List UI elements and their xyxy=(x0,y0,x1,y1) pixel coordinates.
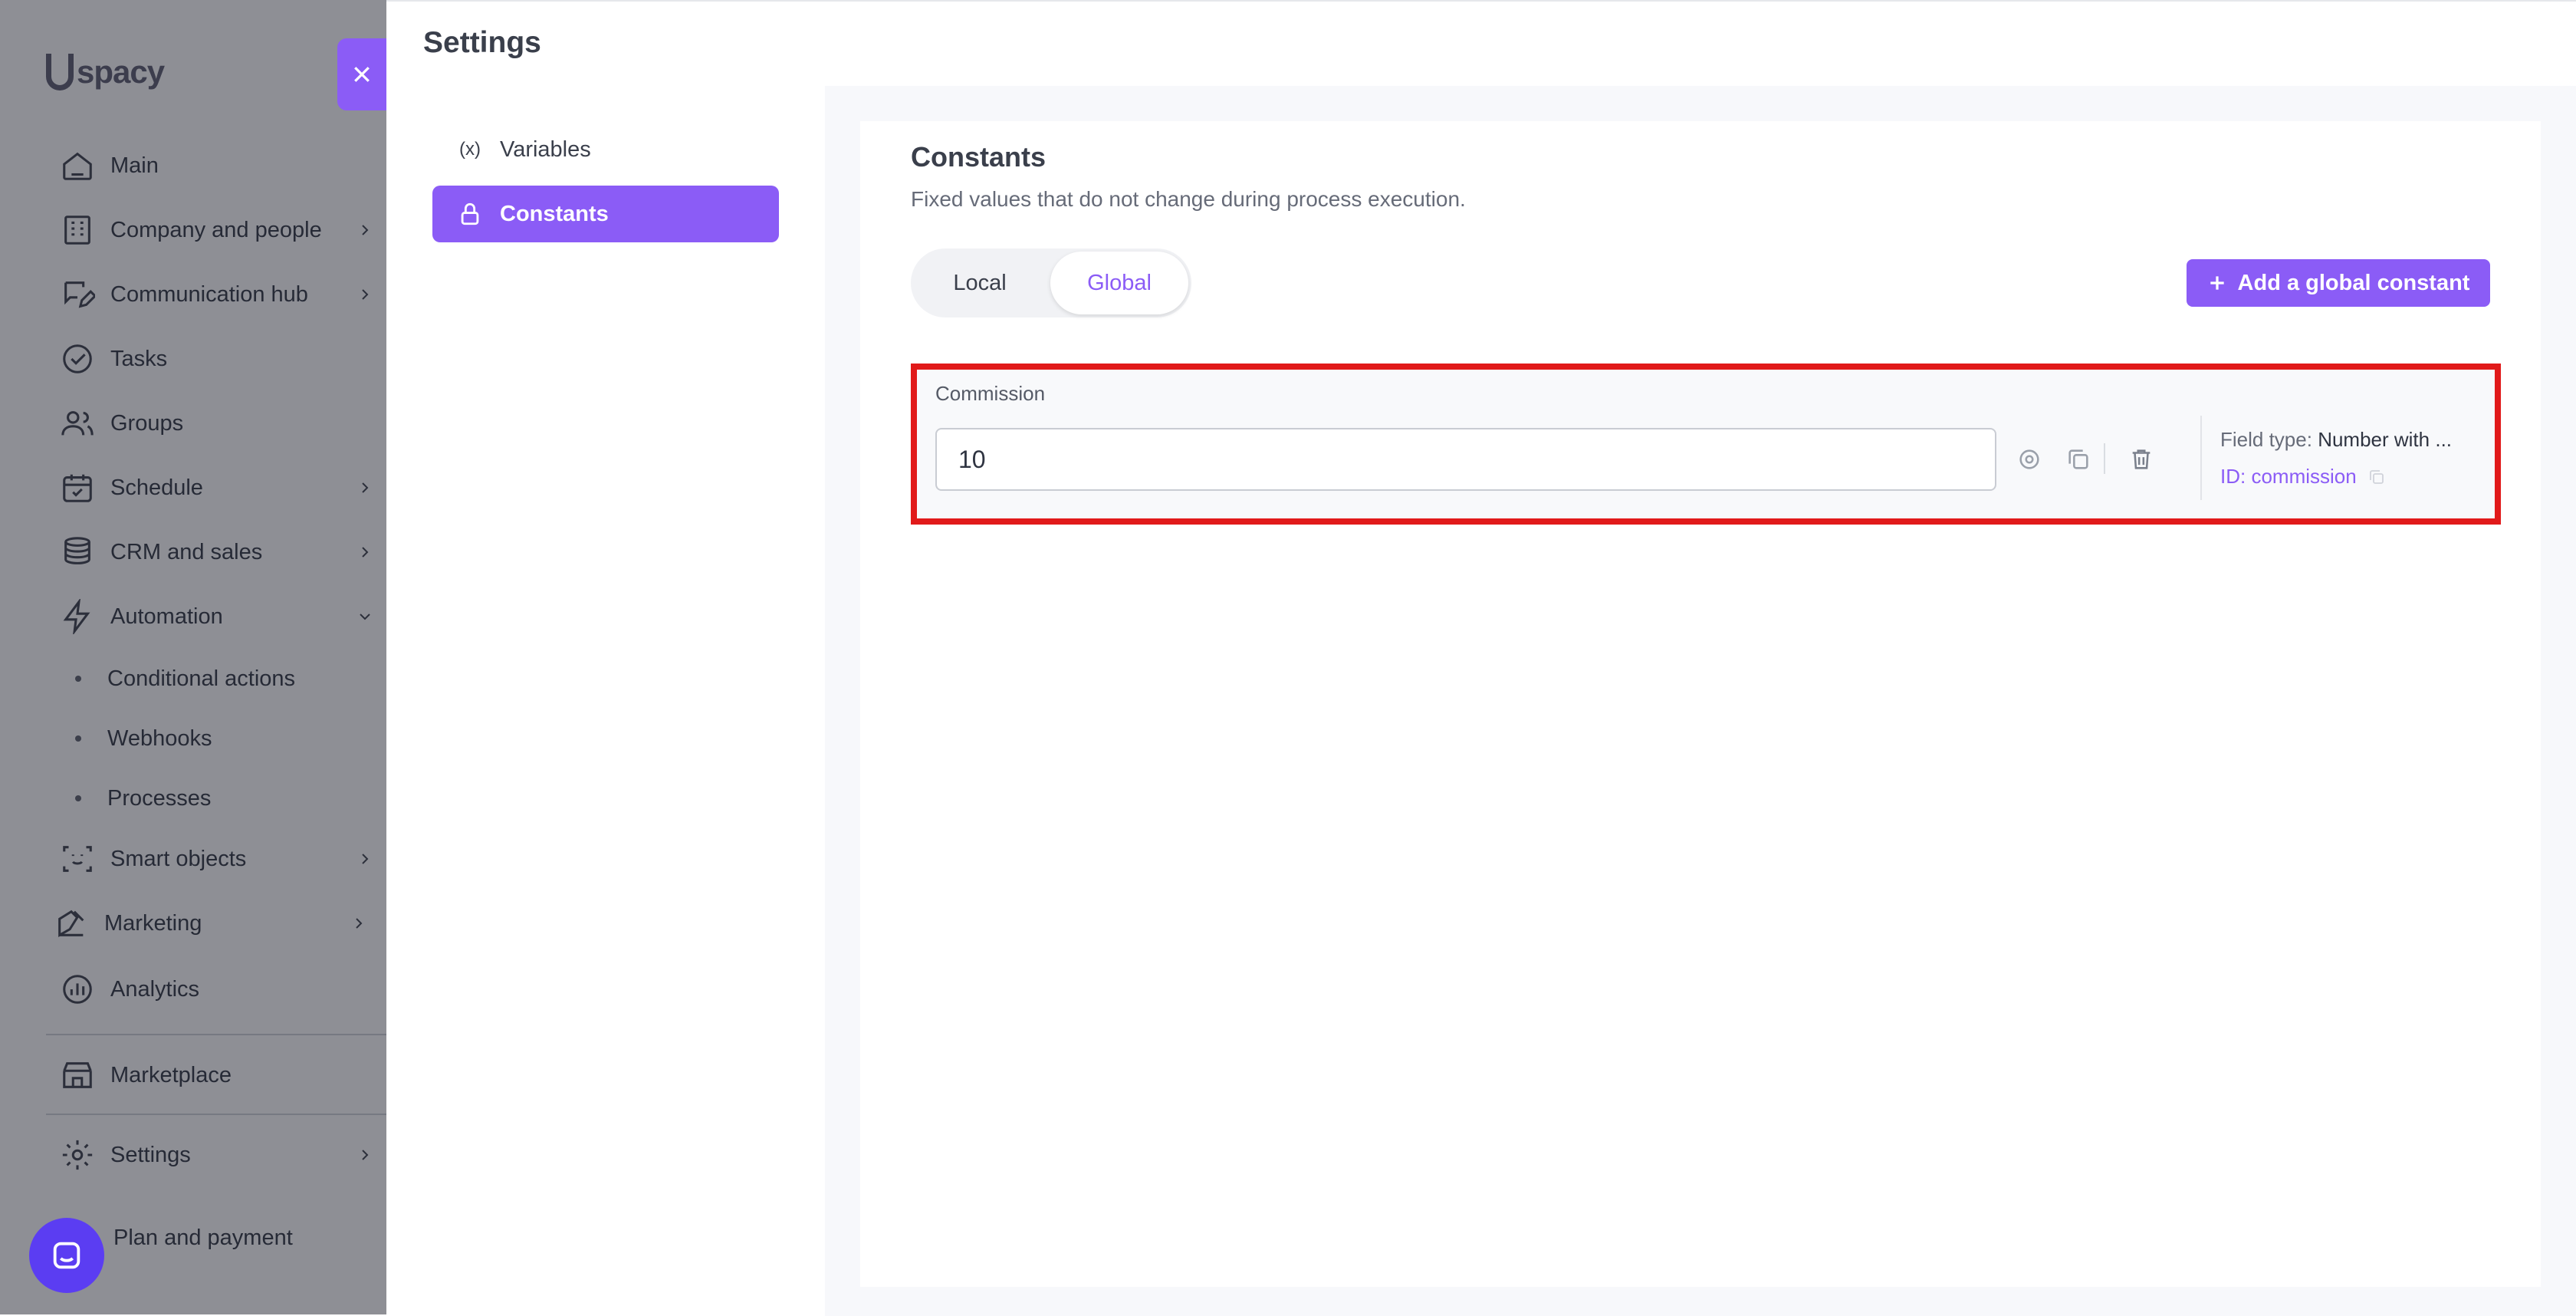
menu-item-variables[interactable]: (x) Variables xyxy=(432,121,779,178)
field-type-value: Number with ... xyxy=(2318,428,2453,451)
panel-title: Settings xyxy=(423,26,541,59)
close-panel-button[interactable] xyxy=(337,38,386,110)
action-separator xyxy=(2104,443,2105,474)
tab-local[interactable]: Local xyxy=(911,252,1049,314)
menu-item-constants[interactable]: Constants xyxy=(432,186,779,242)
scope-tabs: Local Global xyxy=(911,248,1191,317)
support-chat-button[interactable] xyxy=(29,1218,104,1293)
variable-icon: (x) xyxy=(459,139,481,160)
field-type: Field type: Number with ... xyxy=(2220,428,2452,452)
constant-id: ID: commission xyxy=(2220,465,2386,489)
lock-icon xyxy=(461,202,479,225)
chat-icon xyxy=(53,1242,80,1269)
plus-icon xyxy=(2210,276,2224,290)
settings-panel: Settings (x) Variables Constants Constan… xyxy=(386,0,2576,1316)
constant-item: Commission 10 Field type: Number with ..… xyxy=(911,364,2501,525)
constant-label: Commission xyxy=(935,382,1046,405)
add-global-constant-button[interactable]: Add a global constant xyxy=(2187,259,2490,307)
modal-backdrop[interactable] xyxy=(0,0,386,1314)
constants-content: Constants Fixed values that do not chang… xyxy=(860,121,2541,1287)
section-description: Fixed values that do not change during p… xyxy=(911,187,1466,211)
close-icon xyxy=(354,67,370,82)
meta-separator xyxy=(2200,416,2202,500)
section-title: Constants xyxy=(911,141,1046,173)
copy-icon[interactable] xyxy=(2065,446,2091,472)
tab-global[interactable]: Global xyxy=(1050,252,1188,314)
field-type-label: Field type: xyxy=(2220,428,2312,451)
gear-icon[interactable] xyxy=(2016,446,2042,472)
constant-id-text: ID: commission xyxy=(2220,465,2357,488)
add-button-label: Add a global constant xyxy=(2237,270,2470,295)
copy-id-icon[interactable] xyxy=(2367,468,2386,486)
constant-value-input[interactable]: 10 xyxy=(935,428,1996,491)
menu-label: Variables xyxy=(500,137,591,162)
menu-label: Constants xyxy=(500,201,609,226)
trash-icon[interactable] xyxy=(2128,446,2154,472)
